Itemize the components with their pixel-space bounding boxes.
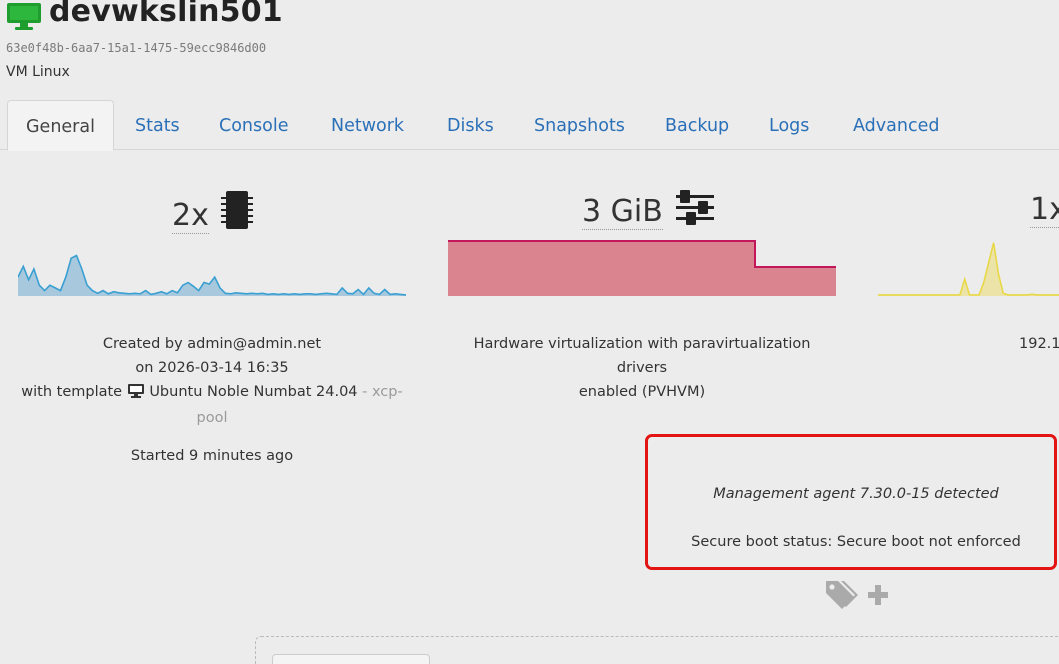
tab-logs[interactable]: Logs — [769, 100, 809, 150]
network-usage-chart — [878, 242, 1059, 296]
vm-header: devwkslin501 63e0f48b-6aa7-15a1-1475-59e… — [0, 0, 1059, 100]
memory-stat: 3 GiB — [582, 190, 715, 230]
virtualization-mode: Hardware virtualization with paravirtual… — [448, 332, 836, 404]
tab-bar: General Stats Console Network Disks Snap… — [0, 100, 1059, 151]
memory-size[interactable]: 3 GiB — [582, 194, 663, 230]
vm-uuid: 63e0f48b-6aa7-15a1-1475-59ecc9846d00 — [6, 41, 267, 55]
plus-icon[interactable] — [867, 584, 889, 610]
monitor-icon — [6, 2, 42, 36]
network-stat: 1x — [1030, 190, 1059, 230]
chart-area — [878, 242, 1059, 296]
memory-usage-chart — [448, 240, 836, 296]
cpu-usage-chart — [18, 254, 406, 296]
vm-os: VM Linux — [6, 64, 70, 80]
template-prefix: with template — [21, 384, 123, 400]
cpu-count[interactable]: 2x — [172, 198, 209, 234]
tab-advanced[interactable]: Advanced — [853, 100, 939, 150]
tags-area — [824, 578, 889, 616]
tab-general[interactable]: General — [7, 100, 114, 151]
monitor-icon — [127, 382, 145, 406]
sliders-icon — [676, 190, 715, 237]
network-count[interactable]: 1x — [1030, 192, 1059, 228]
tab-stats[interactable]: Stats — [135, 100, 180, 150]
created-on: on 2026-03-14 16:35 — [135, 360, 289, 376]
template-line: with template Ubuntu Noble Numbat 24.04 … — [18, 380, 406, 406]
tab-disks[interactable]: Disks — [447, 100, 494, 150]
vm-creation-info: Created by admin@admin.net on 2026-03-14… — [18, 332, 406, 430]
chart-line — [878, 242, 1059, 296]
bottom-panel-control[interactable] — [272, 654, 430, 664]
started-time: Started 9 minutes ago — [130, 448, 294, 464]
cpu-chip-icon — [220, 190, 254, 241]
pool-name[interactable]: xcp- — [372, 384, 403, 400]
cpu-stat: 2x — [172, 190, 254, 234]
virtualization-line-1: Hardware virtualization with paravirtual… — [473, 336, 811, 376]
tab-snapshots[interactable]: Snapshots — [534, 100, 625, 150]
management-agent-status: Management agent 7.30.0-15 detected — [713, 486, 999, 502]
secure-boot-status: Secure boot status: Secure boot not enfo… — [691, 534, 1021, 550]
pool-name-continued[interactable]: pool — [18, 406, 406, 430]
template-name[interactable]: Ubuntu Noble Numbat 24.04 — [149, 384, 357, 400]
vm-name[interactable]: devwkslin501 — [49, 0, 283, 29]
template-pool-separator: - — [362, 384, 368, 400]
ip-address: 192.1 — [1019, 336, 1059, 352]
tab-network[interactable]: Network — [331, 100, 404, 150]
virtualization-line-2: enabled (PVHVM) — [578, 384, 706, 400]
chart-area — [448, 241, 836, 296]
tab-console[interactable]: Console — [219, 100, 288, 150]
created-by: Created by admin@admin.net — [102, 336, 322, 352]
tags-icon[interactable] — [824, 578, 860, 616]
tab-backup[interactable]: Backup — [665, 100, 729, 150]
chart-area — [18, 255, 406, 296]
